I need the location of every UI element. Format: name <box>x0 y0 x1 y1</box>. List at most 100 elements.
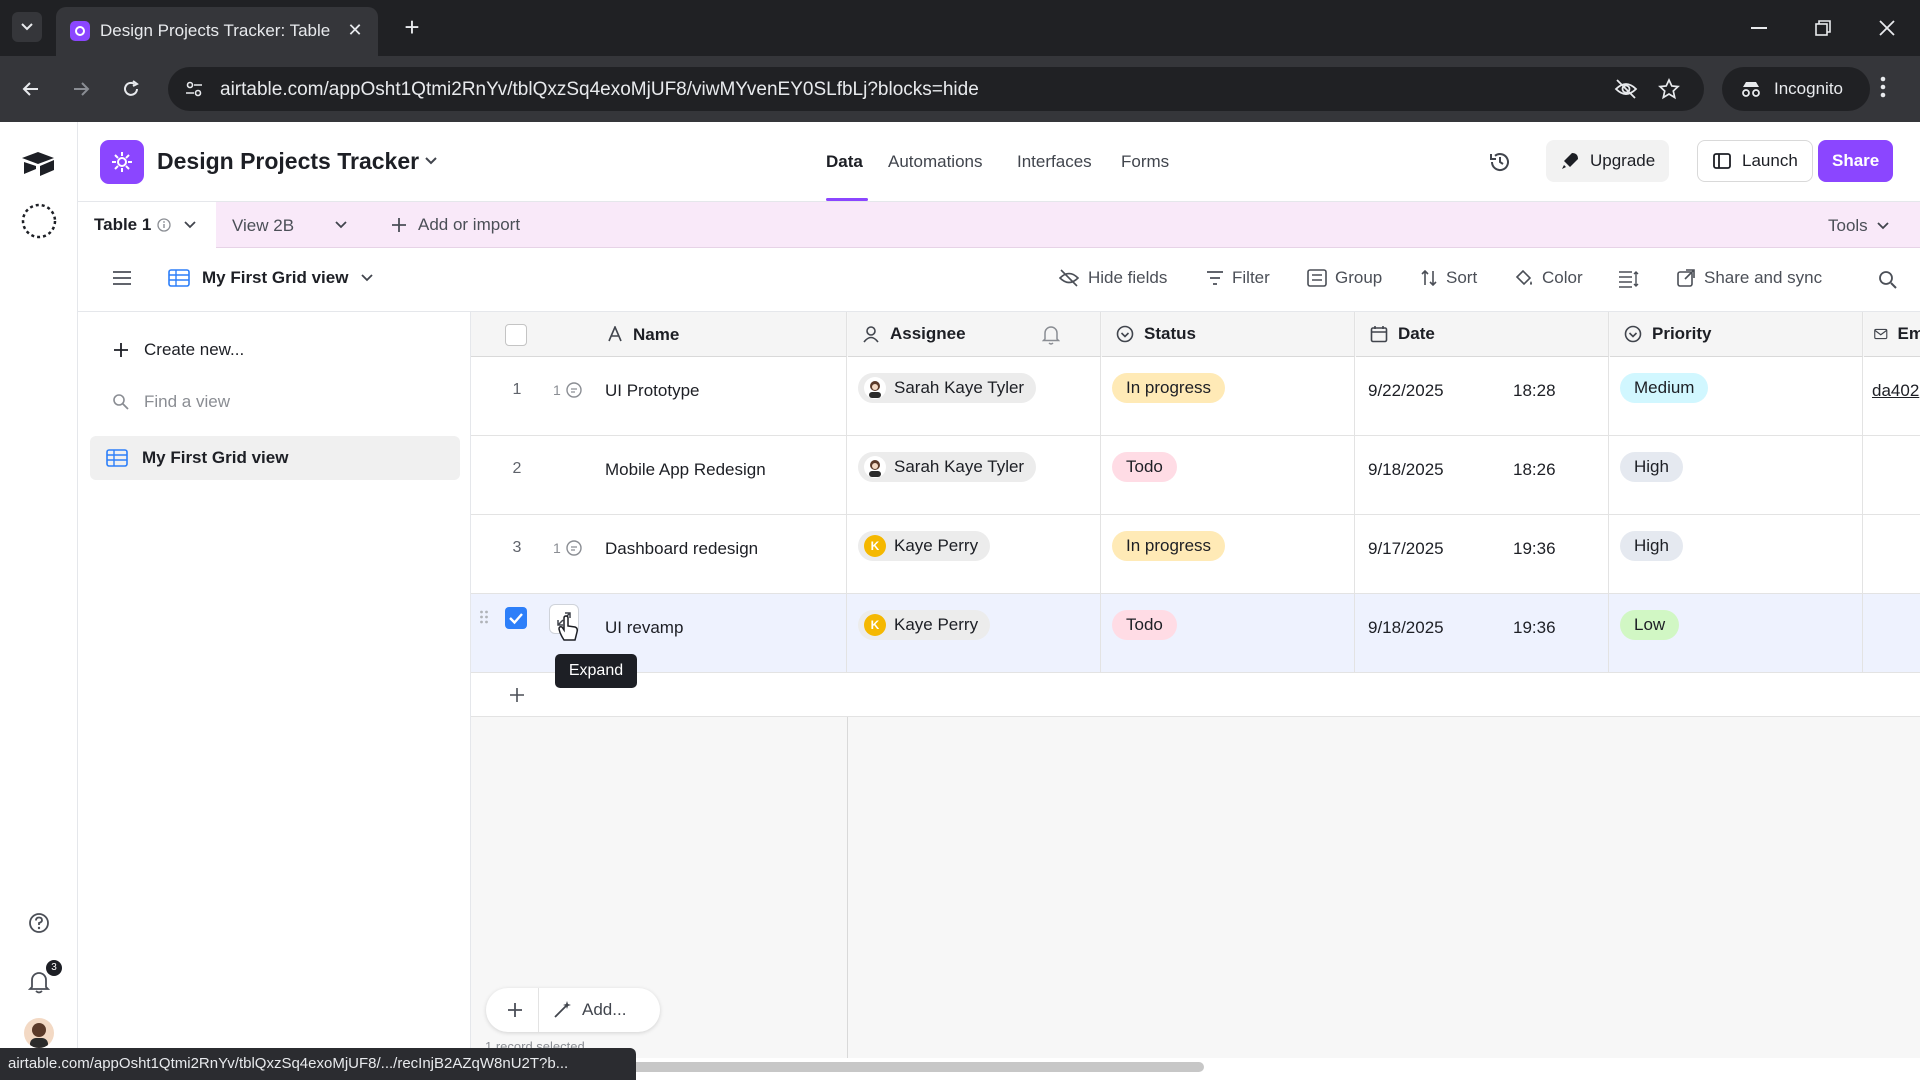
email-cell[interactable]: da402 <box>1864 357 1920 436</box>
sidebar-toggle-icon[interactable] <box>112 270 132 286</box>
add-record-row[interactable] <box>471 673 1920 717</box>
email-cell[interactable] <box>1864 436 1920 515</box>
reload-button[interactable] <box>114 72 148 106</box>
comment-count[interactable]: 1 <box>553 381 583 399</box>
date-cell[interactable]: 9/17/2025 19:36 <box>1356 515 1609 594</box>
search-icon[interactable] <box>1878 270 1898 290</box>
table-tab-view-2b[interactable]: View 2B <box>232 216 294 236</box>
horizontal-scrollbar[interactable] <box>584 1062 1204 1072</box>
assignee-name: Kaye Perry <box>894 615 979 634</box>
base-icon[interactable] <box>100 140 144 184</box>
table-row[interactable]: 2 Mobile App Redesign Sarah Kaye Tyler T… <box>471 436 1920 515</box>
status-cell[interactable]: In progress <box>1102 357 1355 436</box>
date-cell[interactable]: 9/18/2025 19:36 <box>1356 594 1609 673</box>
restore-button[interactable] <box>1800 10 1846 46</box>
primary-cell[interactable]: 2 Mobile App Redesign <box>471 436 847 515</box>
minimize-button[interactable] <box>1736 10 1782 46</box>
assignee-cell[interactable]: Sarah Kaye Tyler <box>848 436 1101 515</box>
column-header-email[interactable]: Em <box>1864 312 1920 357</box>
primary-cell[interactable]: 1 1 UI Prototype <box>471 357 847 436</box>
color-button[interactable]: Color <box>1514 268 1583 288</box>
add-or-import-label: Add or import <box>418 215 521 234</box>
user-avatar[interactable] <box>24 1018 54 1048</box>
priority-cell[interactable]: High <box>1610 515 1863 594</box>
history-icon[interactable] <box>1488 150 1512 174</box>
tools-menu[interactable]: Tools <box>1828 216 1890 236</box>
date-cell[interactable]: 9/18/2025 18:26 <box>1356 436 1609 515</box>
close-window-button[interactable] <box>1864 10 1910 46</box>
status-cell[interactable]: Todo <box>1102 436 1355 515</box>
assignee-name: Kaye Perry <box>894 536 979 555</box>
table-tab-table-1[interactable]: Table 1 <box>78 202 216 248</box>
tab-search-button[interactable] <box>12 12 42 42</box>
assignee-cell[interactable]: Sarah Kaye Tyler <box>848 357 1101 436</box>
table-row[interactable]: 1 1 UI Prototype Sarah Kaye Tyler In pro… <box>471 357 1920 436</box>
share-and-sync-button[interactable]: Share and sync <box>1676 268 1822 288</box>
priority-cell[interactable]: High <box>1610 436 1863 515</box>
plus-icon[interactable] <box>506 1001 524 1019</box>
status-cell[interactable]: In progress <box>1102 515 1355 594</box>
table-row-selected[interactable]: UI revamp K Kaye Perry Todo 9/18/2025 19… <box>471 594 1920 673</box>
table-row[interactable]: 3 1 Dashboard redesign K Kaye Perry In p… <box>471 515 1920 594</box>
filter-button[interactable]: Filter <box>1206 268 1270 288</box>
active-tab-indicator <box>826 198 868 201</box>
tab-data[interactable]: Data <box>826 152 863 172</box>
primary-cell[interactable]: 3 1 Dashboard redesign <box>471 515 847 594</box>
upgrade-button[interactable]: Upgrade <box>1546 140 1670 182</box>
column-header-name[interactable]: Name <box>471 312 847 357</box>
comment-count[interactable]: 1 <box>553 539 583 557</box>
assignee-cell[interactable]: K Kaye Perry <box>848 594 1101 673</box>
site-settings-icon[interactable] <box>184 79 204 99</box>
add-with-ai-button[interactable]: Add... <box>552 1000 626 1020</box>
column-header-date[interactable]: Date <box>1356 312 1609 357</box>
column-header-assignee[interactable]: Assignee <box>848 312 1101 357</box>
omni-sparkle-icon[interactable] <box>20 202 58 240</box>
chevron-down-icon[interactable] <box>424 156 438 166</box>
browser-menu-icon[interactable] <box>1880 76 1886 98</box>
home-logo-icon[interactable] <box>20 150 56 178</box>
email-cell[interactable] <box>1864 594 1920 673</box>
tab-automations[interactable]: Automations <box>888 152 983 172</box>
email-link[interactable]: da402 <box>1872 381 1919 401</box>
find-view-input[interactable]: Find a view <box>112 392 230 412</box>
view-switcher[interactable]: My First Grid view <box>168 268 374 288</box>
tab-forms[interactable]: Forms <box>1121 152 1169 172</box>
new-tab-button[interactable]: + <box>398 14 426 42</box>
share-button[interactable]: Share <box>1818 140 1894 182</box>
add-or-import-button[interactable]: Add or import <box>390 215 520 235</box>
browser-tab-active[interactable]: Design Projects Tracker: Table 1 ✕ <box>56 7 378 56</box>
tab-close-icon[interactable]: ✕ <box>344 19 366 41</box>
launch-button[interactable]: Launch <box>1697 140 1813 182</box>
base-title[interactable]: Design Projects Tracker <box>157 148 419 175</box>
select-all-checkbox[interactable] <box>505 324 527 346</box>
incognito-badge[interactable]: Incognito <box>1722 67 1870 111</box>
chevron-down-icon[interactable] <box>183 220 197 230</box>
status-cell[interactable]: Todo <box>1102 594 1355 673</box>
date-cell[interactable]: 9/22/2025 18:28 <box>1356 357 1609 436</box>
url-bar[interactable]: airtable.com/appOsht1Qtmi2RnYv/tblQxzSq4… <box>168 67 1704 111</box>
priority-cell[interactable]: Medium <box>1610 357 1863 436</box>
help-icon[interactable] <box>28 912 50 934</box>
forward-button[interactable] <box>64 72 98 106</box>
primary-cell[interactable]: UI revamp <box>471 594 847 673</box>
column-header-status[interactable]: Status <box>1102 312 1355 357</box>
email-cell[interactable] <box>1864 515 1920 594</box>
row-height-icon[interactable] <box>1618 270 1640 288</box>
row-checkbox-checked[interactable] <box>505 607 527 629</box>
sidebar-item-my-first-grid-view[interactable]: My First Grid view <box>90 436 460 480</box>
assignee-cell[interactable]: K Kaye Perry <box>848 515 1101 594</box>
eye-off-icon[interactable] <box>1614 78 1638 100</box>
drag-handle-icon[interactable] <box>479 609 489 625</box>
notifications-bell-icon[interactable] <box>28 970 50 994</box>
tab-interfaces[interactable]: Interfaces <box>1017 152 1092 172</box>
chevron-down-icon[interactable] <box>334 220 348 230</box>
create-new-view-button[interactable]: Create new... <box>112 340 244 360</box>
bell-icon[interactable] <box>1042 325 1060 345</box>
back-button[interactable] <box>14 72 48 106</box>
hide-fields-button[interactable]: Hide fields <box>1058 268 1167 288</box>
priority-cell[interactable]: Low <box>1610 594 1863 673</box>
column-header-priority[interactable]: Priority <box>1610 312 1863 357</box>
bookmark-star-icon[interactable] <box>1658 78 1680 100</box>
sort-button[interactable]: Sort <box>1420 268 1477 288</box>
group-button[interactable]: Group <box>1307 268 1382 288</box>
